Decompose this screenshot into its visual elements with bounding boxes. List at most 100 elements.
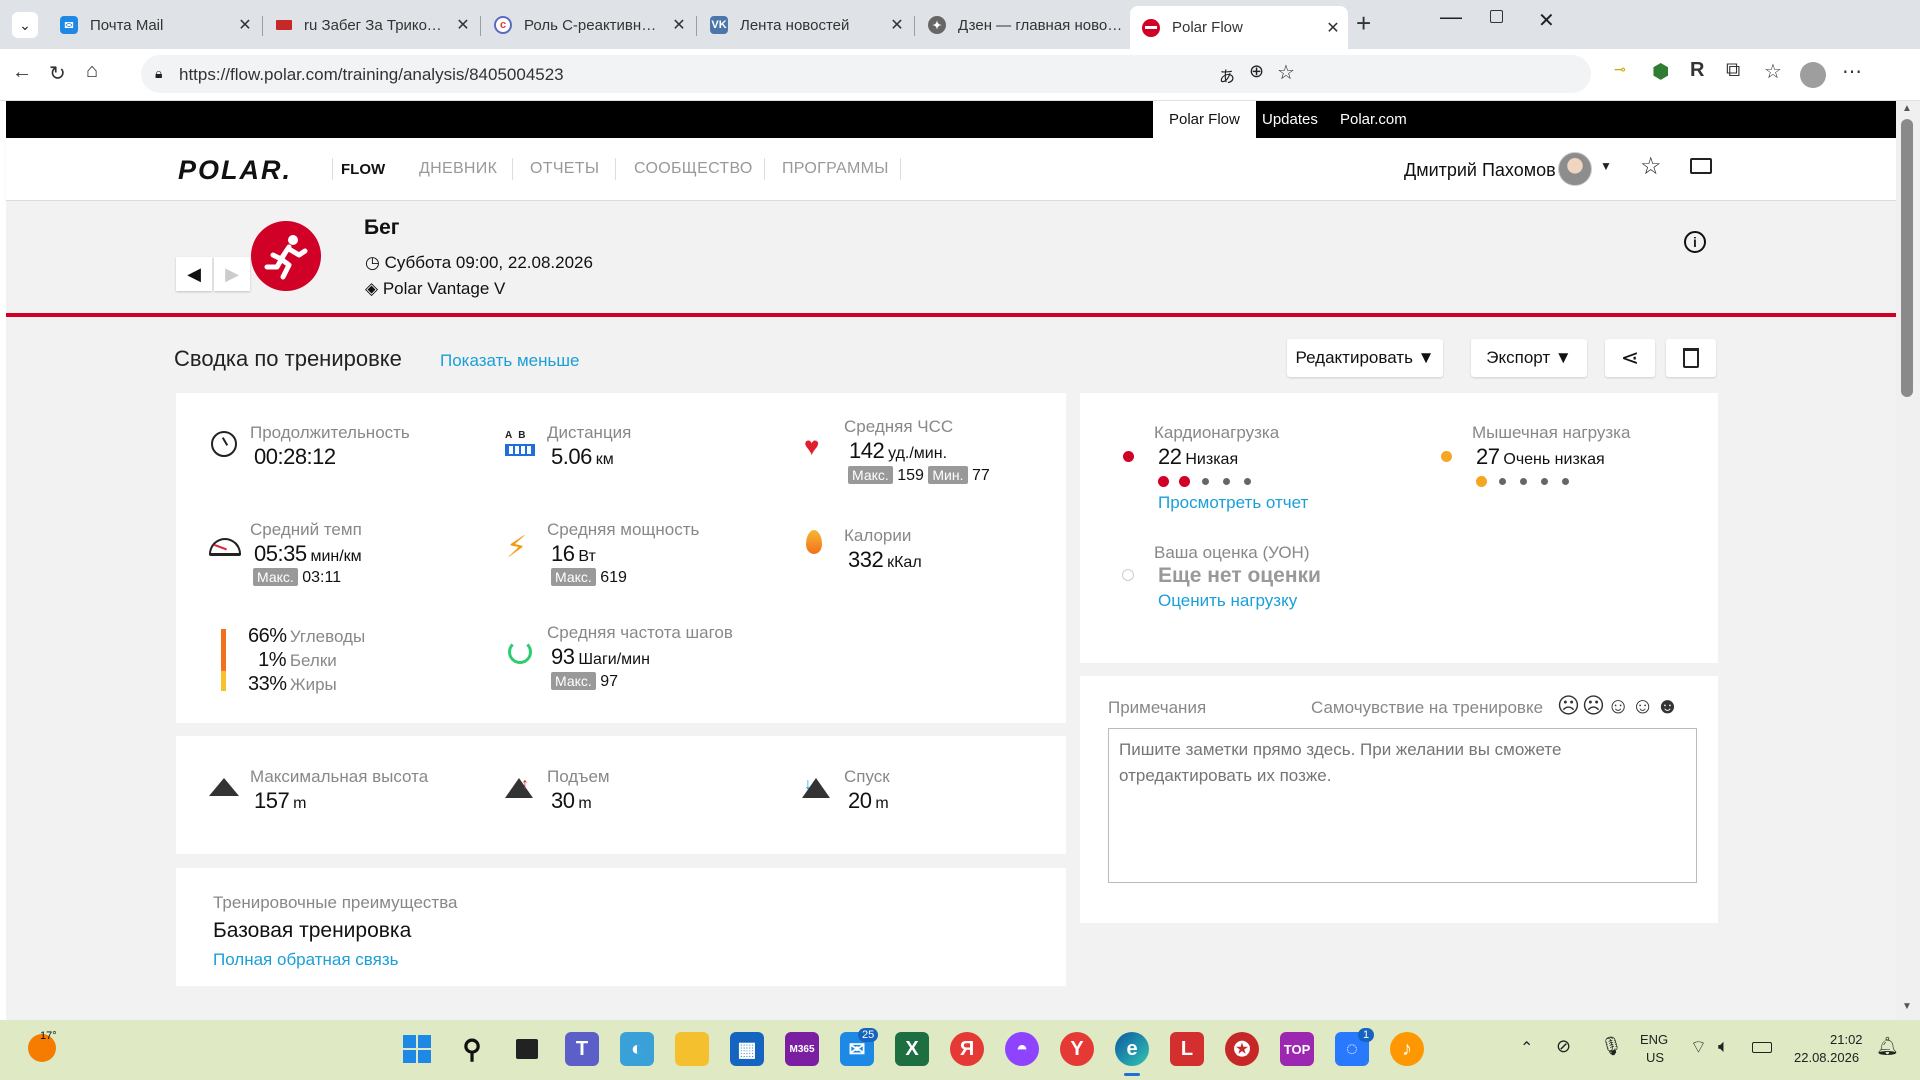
task-view-icon[interactable] <box>510 1032 544 1066</box>
excel-icon[interactable]: X <box>895 1032 929 1066</box>
face-very-sad-icon[interactable]: ☹ <box>1557 693 1582 718</box>
music-icon[interactable]: ♪ <box>1390 1032 1424 1066</box>
battery-icon[interactable] <box>1752 1042 1772 1053</box>
face-happy-icon[interactable]: ☺ <box>1631 693 1655 718</box>
translate-icon[interactable]: あ <box>1219 63 1235 87</box>
app-sports-icon[interactable]: ✪ <box>1225 1032 1259 1066</box>
wifi-icon[interactable]: ⌔ <box>1690 1036 1707 1059</box>
store-icon[interactable]: ▦ <box>730 1032 764 1066</box>
device-text: Polar Vantage V <box>382 279 506 298</box>
zoom-icon[interactable]: ⊕ <box>1249 61 1264 82</box>
new-tab-plus-icon[interactable]: + <box>1356 8 1371 39</box>
view-report-link[interactable]: Просмотреть отчет <box>1158 493 1308 513</box>
favorite-star-icon[interactable]: ☆ <box>1277 60 1295 85</box>
browser-tab-vk[interactable]: VK Лента новостей ✕ <box>698 8 912 42</box>
rate-load-link[interactable]: Оценить нагрузку <box>1158 591 1297 611</box>
extension-r-icon[interactable]: R <box>1690 59 1704 82</box>
face-neutral-icon[interactable]: ☺ <box>1607 693 1631 718</box>
more-menu-icon[interactable]: ⋯ <box>1842 59 1862 84</box>
tab-title: ru Забег За Триколор 2026 | <box>304 16 448 34</box>
hr-unit: уд./мин. <box>888 445 948 462</box>
search-icon[interactable]: ⚲ <box>455 1032 489 1066</box>
close-tab-icon[interactable]: ✕ <box>230 15 260 35</box>
window-close-icon[interactable]: ✕ <box>1538 8 1555 33</box>
info-icon[interactable]: i <box>1684 231 1706 253</box>
nav-programs[interactable]: ПРОГРАММЫ <box>782 160 889 178</box>
scrollbar-thumb[interactable] <box>1901 119 1913 397</box>
share-button[interactable]: ⋖ <box>1605 339 1655 377</box>
face-very-happy-icon[interactable]: ☻ <box>1656 693 1681 718</box>
close-tab-icon[interactable]: ✕ <box>882 15 912 35</box>
extensions-puzzle-icon[interactable]: ⧉ <box>1726 59 1740 82</box>
app-globe-icon[interactable]: ◐ <box>620 1032 654 1066</box>
extension-shield-icon[interactable]: ⬢ <box>1652 59 1669 84</box>
close-tab-icon[interactable]: ✕ <box>448 15 478 35</box>
address-bar[interactable]: 🔒︎ https://flow.polar.com/training/analy… <box>141 55 1591 93</box>
scroll-down-icon[interactable]: ▼ <box>1902 1001 1912 1012</box>
app-l-icon[interactable]: L <box>1170 1032 1204 1066</box>
favorites-icon[interactable]: ☆ <box>1764 59 1782 84</box>
close-tab-icon[interactable]: ✕ <box>664 15 694 35</box>
full-feedback-link[interactable]: Полная обратная связь <box>213 950 398 970</box>
nav-community[interactable]: СООБЩЕСТВО <box>634 160 753 178</box>
distance-value-row: 5.06 км <box>551 444 614 470</box>
language-en[interactable]: ENG <box>1640 1032 1668 1047</box>
toplink-polar-flow[interactable]: Polar Flow <box>1153 101 1256 138</box>
teams-icon[interactable]: T <box>565 1032 599 1066</box>
fuel-pct: 66% <box>248 625 287 647</box>
user-menu-caret-icon[interactable]: ▼ <box>1600 159 1612 173</box>
close-tab-icon[interactable]: ✕ <box>1318 18 1348 38</box>
edge-icon[interactable]: e <box>1115 1032 1149 1066</box>
yandex-browser-icon[interactable]: Я <box>950 1032 984 1066</box>
volume-icon[interactable]: 🔈︎ <box>1718 1036 1729 1057</box>
user-avatar[interactable] <box>1558 152 1592 186</box>
toplink-updates[interactable]: Updates <box>1246 101 1334 138</box>
scroll-up-icon[interactable]: ▲ <box>1902 103 1912 114</box>
tab-actions-chevron-icon[interactable]: ⌄ <box>12 12 38 38</box>
microphone-icon[interactable]: 🎙︎ <box>1600 1036 1623 1057</box>
window-minimize-icon[interactable]: — <box>1440 4 1462 30</box>
browser-tab-mail[interactable]: ✉ Почта Mail ✕ <box>48 8 260 42</box>
network-off-icon[interactable]: ⊘ <box>1556 1036 1571 1057</box>
nav-diary[interactable]: ДНЕВНИК <box>419 160 497 178</box>
site-info-icon[interactable]: 🔒︎ <box>155 65 162 82</box>
tray-chevron-icon[interactable]: ⌃ <box>1520 1038 1533 1058</box>
browser-tab-dzen[interactable]: ✦ Дзен — главная новостная <box>916 8 1128 42</box>
yandex-icon[interactable]: Y <box>1060 1032 1094 1066</box>
export-button[interactable]: Экспорт ▼ <box>1471 339 1587 377</box>
notifications-bell-icon[interactable]: 🔔︎ <box>1876 1036 1899 1057</box>
mail-favicon-icon: ✉ <box>60 16 78 34</box>
messages-icon[interactable] <box>1690 158 1712 174</box>
favorites-star-icon[interactable]: ☆ <box>1640 152 1662 181</box>
polar-logo[interactable]: POLAR. <box>178 155 292 186</box>
alice-icon[interactable]: ◓ <box>1005 1032 1039 1066</box>
clock-date[interactable]: 22.08.2026 <box>1794 1050 1859 1065</box>
back-arrow-icon[interactable]: ← <box>12 61 32 84</box>
delete-button[interactable] <box>1666 339 1716 377</box>
show-less-link[interactable]: Показать меньше <box>440 351 579 371</box>
browser-tab-article[interactable]: c Роль С-реактивного белка в ✕ <box>482 8 694 42</box>
home-icon[interactable]: ⌂ <box>86 60 98 83</box>
next-session-button[interactable]: ▶ <box>214 257 250 291</box>
reload-icon[interactable]: ↻ <box>49 61 66 86</box>
load-dot-empty <box>1541 478 1548 485</box>
profile-avatar-icon[interactable] <box>1800 62 1826 88</box>
toplink-polar-com[interactable]: Polar.com <box>1324 101 1423 138</box>
browser-tab-race[interactable]: ru Забег За Триколор 2026 | ✕ <box>264 8 478 42</box>
start-windows-icon[interactable] <box>400 1032 434 1066</box>
prev-session-button[interactable]: ◀ <box>176 257 212 291</box>
user-name[interactable]: Дмитрий Пахомов <box>1404 160 1556 181</box>
nav-reports[interactable]: ОТЧЕТЫ <box>530 160 599 178</box>
clock-time[interactable]: 21:02 <box>1830 1032 1863 1047</box>
face-sad-icon[interactable]: ☹ <box>1582 693 1607 718</box>
browser-tab-polar-flow[interactable]: Polar Flow ✕ <box>1130 6 1348 49</box>
duration-value: 00:28:12 <box>254 444 336 469</box>
file-explorer-icon[interactable] <box>675 1032 709 1066</box>
language-us[interactable]: US <box>1646 1050 1664 1065</box>
notes-textarea[interactable] <box>1108 728 1697 883</box>
app-top-icon[interactable]: TOP <box>1280 1032 1314 1066</box>
extension-key-icon[interactable]: ⊸ <box>1614 61 1626 78</box>
window-restore-icon[interactable] <box>1490 10 1503 23</box>
m365-icon[interactable]: M365 <box>785 1032 819 1066</box>
edit-button[interactable]: Редактировать ▼ <box>1287 339 1443 377</box>
